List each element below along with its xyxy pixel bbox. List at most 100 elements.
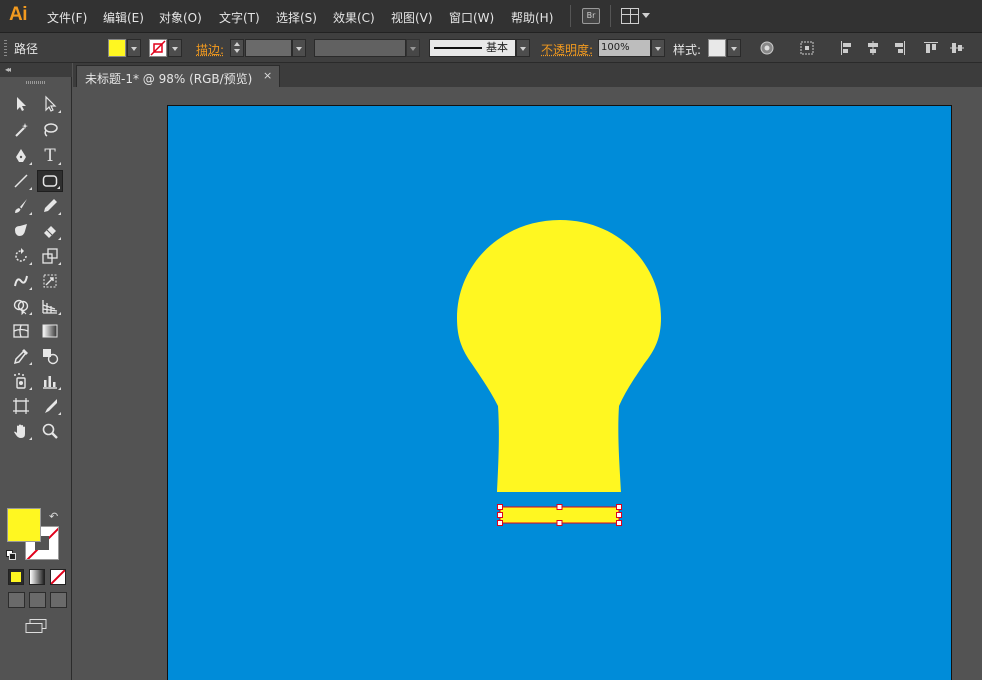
menu-select[interactable]: 选择(S) — [276, 9, 317, 26]
artboard-tool[interactable] — [8, 395, 34, 417]
draw-normal-button[interactable] — [8, 592, 25, 608]
align-vertical-center-icon[interactable] — [950, 41, 964, 55]
variable-width-profile-field[interactable] — [314, 39, 406, 57]
opacity-label[interactable]: 不透明度: — [541, 41, 593, 58]
stroke-weight-dropdown[interactable] — [292, 39, 306, 57]
menu-file[interactable]: 文件(F) — [47, 9, 87, 26]
brush-stroke-preview — [434, 47, 482, 49]
stroke-label[interactable]: 描边: — [196, 41, 224, 58]
draw-inside-button[interactable] — [50, 592, 67, 608]
menu-effect[interactable]: 效果(C) — [333, 9, 375, 26]
fill-dropdown-button[interactable] — [127, 39, 141, 57]
free-transform-tool[interactable] — [37, 270, 63, 292]
fill-color-swatch[interactable] — [108, 39, 126, 57]
slice-tool[interactable] — [37, 395, 63, 417]
slice-tool-icon — [41, 397, 59, 415]
opacity-dropdown-button[interactable] — [651, 39, 665, 57]
close-icon[interactable]: × — [263, 69, 272, 82]
line-segment-tool[interactable] — [8, 170, 34, 192]
graphic-style-swatch[interactable] — [708, 39, 726, 57]
scale-tool[interactable] — [37, 245, 63, 267]
blob-brush-tool-icon — [12, 222, 30, 240]
selection-tool-icon — [12, 95, 30, 113]
menu-view[interactable]: 视图(V) — [391, 9, 433, 26]
color-mode-button[interactable] — [8, 569, 24, 585]
type-tool[interactable]: T — [37, 145, 63, 167]
rotate-tool[interactable] — [8, 245, 34, 267]
warp-tool-icon — [12, 272, 30, 290]
screen-mode-icon[interactable] — [25, 619, 47, 633]
mesh-tool[interactable] — [8, 320, 34, 342]
align-center-icon[interactable] — [866, 41, 880, 55]
style-label: 样式: — [673, 41, 701, 58]
perspective-grid-tool-icon — [41, 297, 59, 315]
pencil-tool[interactable] — [37, 195, 63, 217]
menu-separator — [570, 5, 571, 27]
hand-tool-icon — [12, 422, 30, 440]
illustrator-window: Ai 文件(F) 编辑(E) 对象(O) 文字(T) 选择(S) 效果(C) 视… — [0, 0, 982, 680]
eyedropper-tool[interactable] — [8, 345, 34, 367]
direct-selection-tool[interactable] — [37, 93, 63, 115]
stroke-dropdown-button[interactable] — [168, 39, 182, 57]
align-right-icon[interactable] — [892, 41, 906, 55]
artboard[interactable] — [167, 105, 952, 680]
symbol-sprayer-tool[interactable] — [8, 370, 34, 392]
fill-color-box-front[interactable] — [7, 508, 41, 542]
pen-tool[interactable] — [8, 145, 34, 167]
eyedropper-tool-icon — [12, 347, 30, 365]
tools-panel-grip[interactable] — [26, 81, 46, 84]
menu-edit[interactable]: 编辑(E) — [103, 9, 144, 26]
default-fill-stroke-icon[interactable] — [6, 550, 16, 560]
menu-bar: Ai 文件(F) 编辑(E) 对象(O) 文字(T) 选择(S) 效果(C) 视… — [0, 0, 982, 33]
gradient-mode-button[interactable] — [29, 569, 45, 585]
lasso-tool[interactable] — [37, 119, 63, 141]
column-graph-tool[interactable] — [37, 370, 63, 392]
symbol-sprayer-tool-icon — [12, 372, 30, 390]
none-mode-button[interactable] — [50, 569, 66, 585]
document-tab[interactable]: 未标题-1* @ 98% (RGB/预览) × — [76, 65, 280, 87]
eraser-tool[interactable] — [37, 220, 63, 242]
magic-wand-tool[interactable] — [8, 119, 34, 141]
type-tool-icon: T — [44, 146, 55, 166]
none-stroke-icon — [150, 40, 166, 56]
canvas-area[interactable] — [73, 87, 982, 680]
perspective-grid-tool[interactable] — [37, 295, 63, 317]
hand-tool[interactable] — [8, 420, 34, 442]
swap-fill-stroke-icon[interactable]: ↶ — [49, 510, 58, 523]
pen-tool-icon — [12, 147, 30, 165]
recolor-artwork-icon[interactable] — [760, 41, 774, 55]
blend-tool-icon — [41, 347, 59, 365]
variable-width-dropdown[interactable] — [406, 39, 420, 57]
align-left-icon[interactable] — [840, 41, 854, 55]
rounded-rectangle-tool[interactable] — [37, 170, 63, 192]
stroke-weight-stepper[interactable] — [230, 39, 244, 57]
workspace-switcher-button[interactable] — [621, 8, 649, 24]
menu-window[interactable]: 窗口(W) — [449, 9, 494, 26]
paintbrush-tool[interactable] — [8, 195, 34, 217]
menu-object[interactable]: 对象(O) — [159, 9, 202, 26]
bridge-button[interactable]: Br — [582, 8, 600, 24]
shape-builder-tool[interactable] — [8, 295, 34, 317]
collapse-panel-icon[interactable]: ◂◂ — [5, 65, 9, 74]
graphic-style-dropdown[interactable] — [727, 39, 741, 57]
stroke-color-swatch[interactable] — [149, 39, 167, 57]
brush-definition-field[interactable]: 基本 — [429, 39, 516, 57]
draw-behind-button[interactable] — [29, 592, 46, 608]
stroke-weight-field[interactable] — [245, 39, 292, 57]
opacity-field[interactable]: 100% — [598, 39, 651, 57]
selection-type-label: 路径 — [14, 40, 38, 57]
align-top-icon[interactable] — [924, 41, 938, 55]
brush-dropdown-button[interactable] — [516, 39, 530, 57]
chevron-down-icon — [642, 13, 650, 18]
blend-tool[interactable] — [37, 345, 63, 367]
warp-tool[interactable] — [8, 270, 34, 292]
shape-builder-tool-icon — [12, 297, 30, 315]
zoom-tool[interactable] — [37, 420, 63, 442]
panel-grip[interactable] — [4, 40, 7, 56]
transform-reference-icon[interactable] — [800, 41, 814, 55]
gradient-tool[interactable] — [37, 320, 63, 342]
menu-help[interactable]: 帮助(H) — [511, 9, 553, 26]
menu-type[interactable]: 文字(T) — [219, 9, 260, 26]
selection-tool[interactable] — [8, 93, 34, 115]
blob-brush-tool[interactable] — [8, 220, 34, 242]
